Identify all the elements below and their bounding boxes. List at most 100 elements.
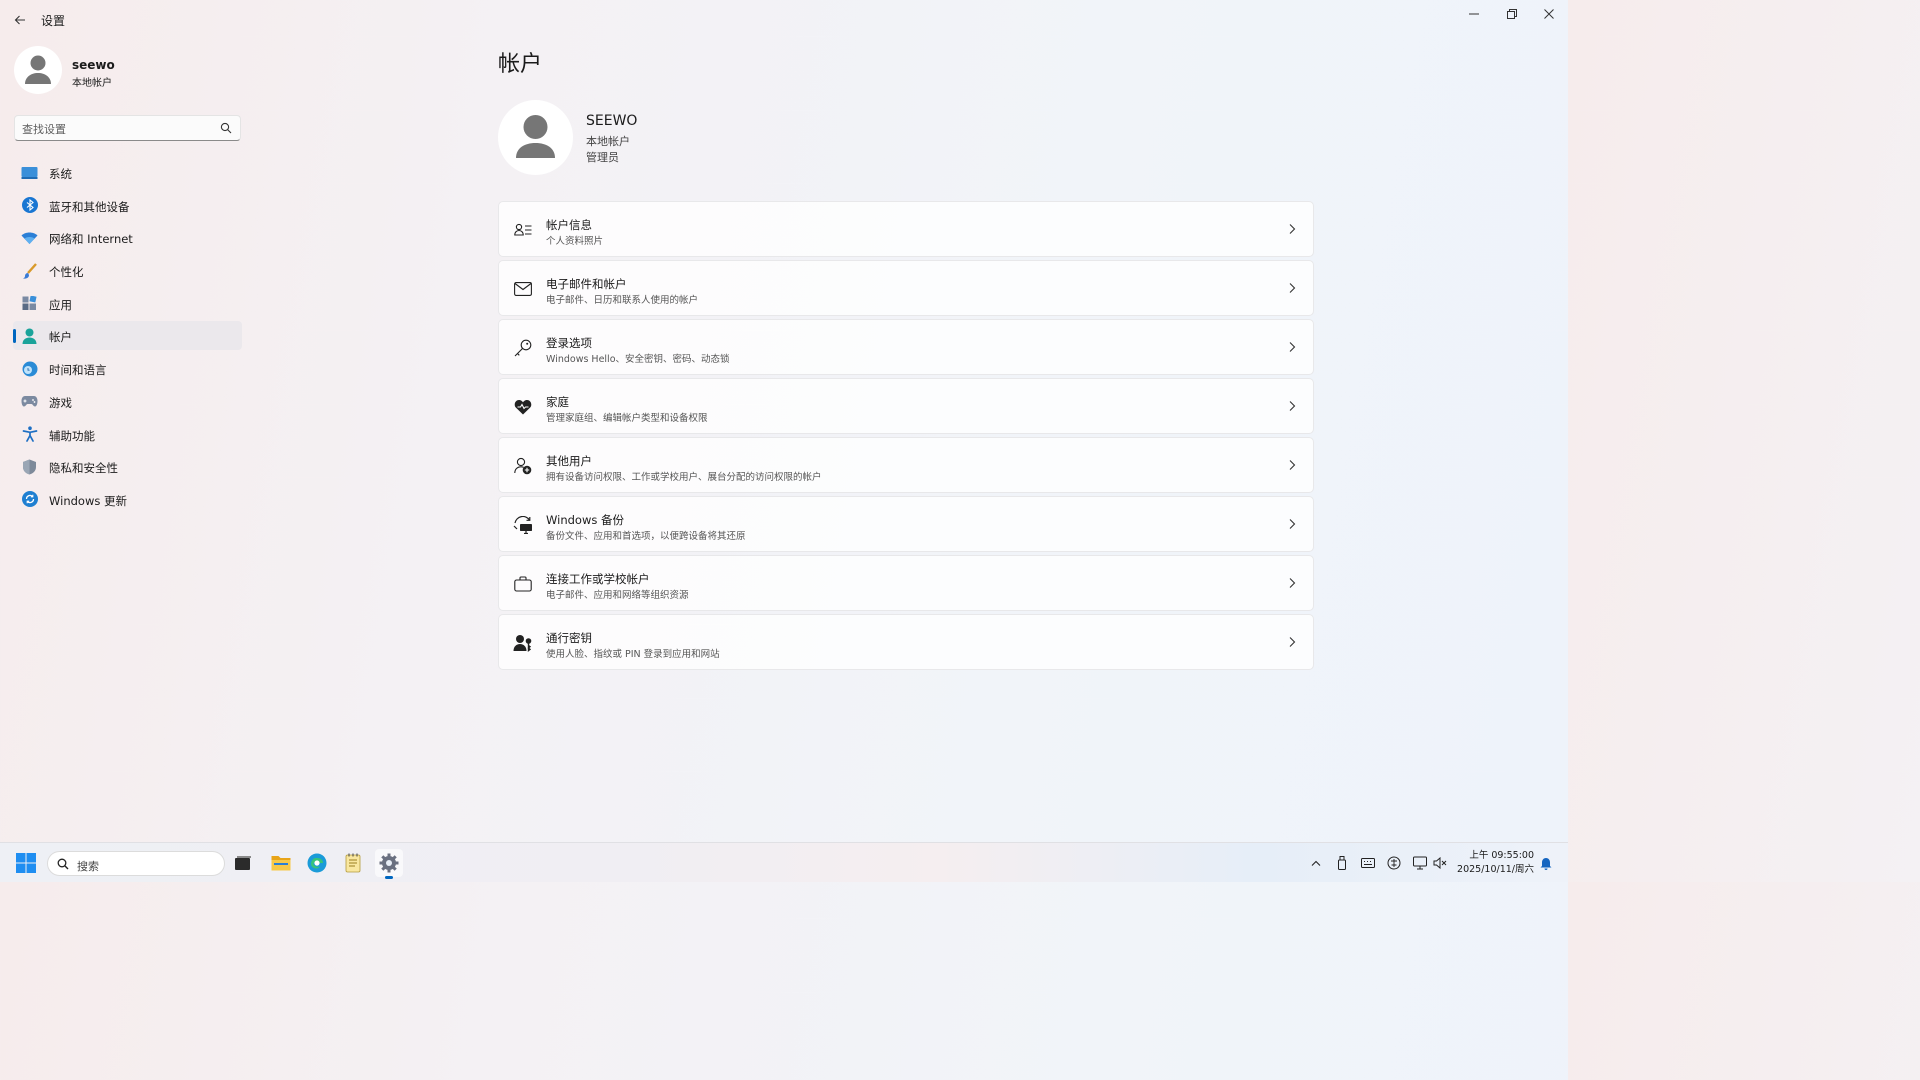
card-title: Windows 备份 xyxy=(546,513,624,527)
back-arrow-icon xyxy=(14,15,25,25)
nav-item-time-language[interactable]: 时间和语言 xyxy=(13,354,242,383)
apps-icon xyxy=(21,295,38,312)
taskbar-search[interactable]: 搜索 xyxy=(47,851,225,876)
profile-role: 管理员 xyxy=(586,151,619,164)
user-card[interactable]: seewo 本地帐户 xyxy=(14,46,244,96)
card-sign-in-options[interactable]: 登录选项 Windows Hello、安全密钥、密码、动态锁 xyxy=(498,319,1314,375)
edge-icon xyxy=(307,853,327,873)
nav-item-accounts[interactable]: 帐户 xyxy=(13,321,242,351)
chevron-right-icon xyxy=(1289,224,1296,234)
clock-time: 上午 09:55:00 xyxy=(1469,850,1534,861)
nav-item-gaming[interactable]: 游戏 xyxy=(13,387,242,416)
card-subtitle: 管理家庭组、编辑帐户类型和设备权限 xyxy=(546,413,708,424)
card-subtitle: 个人资料照片 xyxy=(546,236,604,247)
key-icon xyxy=(512,337,534,359)
nav-item-apps[interactable]: 应用 xyxy=(13,289,242,318)
page-title: 帐户 xyxy=(498,52,543,77)
nav-item-accessibility[interactable]: 辅助功能 xyxy=(13,420,242,449)
nav-item-label: 游戏 xyxy=(49,395,72,410)
gear-icon xyxy=(379,853,399,873)
settings-search-box[interactable] xyxy=(14,115,241,141)
card-title: 通行密钥 xyxy=(546,631,592,645)
card-title: 连接工作或学校帐户 xyxy=(546,572,650,586)
nav-item-windows-update[interactable]: Windows 更新 xyxy=(13,485,242,514)
settings-app-button[interactable] xyxy=(375,849,403,879)
folder-icon xyxy=(271,856,291,871)
clock-date: 2025/10/11/周六 xyxy=(1457,864,1534,875)
accessibility-icon xyxy=(21,426,38,443)
card-account-info[interactable]: 帐户信息 个人资料照片 xyxy=(498,201,1314,257)
close-button[interactable] xyxy=(1530,0,1568,28)
nav-item-personalization[interactable]: 个性化 xyxy=(13,256,242,285)
nav-item-system[interactable]: 系统 xyxy=(13,158,242,187)
usb-device-icon[interactable] xyxy=(1334,855,1350,871)
app-title: 设置 xyxy=(41,14,66,28)
person-avatar-icon xyxy=(25,55,51,84)
minimize-button[interactable] xyxy=(1455,0,1493,28)
chevron-up-icon[interactable] xyxy=(1308,855,1324,871)
account-info-icon xyxy=(512,219,534,241)
notification-bell-icon[interactable] xyxy=(1538,855,1554,871)
notepad-button[interactable] xyxy=(339,849,367,877)
chevron-right-icon xyxy=(1289,342,1296,352)
card-family[interactable]: 家庭 管理家庭组、编辑帐户类型和设备权限 xyxy=(498,378,1314,434)
card-title: 电子邮件和帐户 xyxy=(546,277,627,291)
nav-item-network[interactable]: 网络和 Internet xyxy=(13,223,242,252)
keyboard-icon[interactable] xyxy=(1360,855,1376,871)
card-title: 登录选项 xyxy=(546,336,592,350)
nav-item-label: 辅助功能 xyxy=(49,428,95,443)
edge-browser-button[interactable] xyxy=(303,849,331,877)
card-other-users[interactable]: 其他用户 拥有设备访问权限、工作或学校用户、展台分配的访问权限的帐户 xyxy=(498,437,1314,493)
card-passkeys[interactable]: 通行密钥 使用人脸、指纹或 PIN 登录到应用和网站 xyxy=(498,614,1314,670)
windows-logo-icon xyxy=(16,853,36,873)
nav-item-privacy[interactable]: 隐私和安全性 xyxy=(13,452,242,481)
backup-icon xyxy=(512,514,534,536)
profile-name: SEEWO xyxy=(586,113,638,129)
file-explorer-button[interactable] xyxy=(267,849,295,877)
card-subtitle: 电子邮件、日历和联系人使用的帐户 xyxy=(546,295,699,306)
family-heart-icon xyxy=(512,396,534,418)
user-account-type: 本地帐户 xyxy=(72,78,112,89)
card-subtitle: 拥有设备访问权限、工作或学校用户、展台分配的访问权限的帐户 xyxy=(546,472,822,483)
mail-icon xyxy=(512,278,534,300)
settings-card-list: 帐户信息 个人资料照片 电子邮件和帐户 电子邮件、日历和联系人使用的帐户 登录选… xyxy=(498,201,1314,673)
card-work-school[interactable]: 连接工作或学校帐户 电子邮件、应用和网络等组织资源 xyxy=(498,555,1314,611)
volume-muted-icon[interactable] xyxy=(1432,855,1448,871)
nav-item-label: 时间和语言 xyxy=(49,363,107,378)
taskbar-search-label: 搜索 xyxy=(77,860,99,873)
profile-avatar[interactable] xyxy=(498,100,573,175)
update-icon xyxy=(21,491,38,508)
network-icon[interactable] xyxy=(1412,855,1428,871)
card-email-accounts[interactable]: 电子邮件和帐户 电子邮件、日历和联系人使用的帐户 xyxy=(498,260,1314,316)
nav-menu: 系统 蓝牙和其他设备 网络和 Internet 个性化 应用 帐户 时间和语言 … xyxy=(13,158,242,518)
restore-icon xyxy=(1507,9,1517,19)
nav-item-label: 隐私和安全性 xyxy=(49,461,118,476)
nav-item-label: 帐户 xyxy=(49,330,72,345)
chevron-right-icon xyxy=(1289,519,1296,529)
wifi-icon xyxy=(21,229,38,246)
taskbar: 搜索 上午 09:55:00 2025/10/11/周六 xyxy=(0,842,1568,882)
account-icon xyxy=(21,327,38,344)
title-bar: 设置 xyxy=(0,0,1568,40)
restore-button[interactable] xyxy=(1493,0,1531,28)
taskbar-clock[interactable]: 上午 09:55:00 2025/10/11/周六 xyxy=(1452,849,1534,877)
passkey-icon xyxy=(512,632,534,654)
input-method-icon[interactable] xyxy=(1386,855,1402,871)
minimize-icon xyxy=(1469,13,1479,15)
task-view-button[interactable] xyxy=(229,849,257,877)
nav-item-bluetooth[interactable]: 蓝牙和其他设备 xyxy=(13,191,242,220)
start-button[interactable] xyxy=(12,849,40,877)
nav-item-label: 个性化 xyxy=(49,265,84,280)
card-windows-backup[interactable]: Windows 备份 备份文件、应用和首选项，以便跨设备将其还原 xyxy=(498,496,1314,552)
add-user-icon xyxy=(512,455,534,477)
chevron-right-icon xyxy=(1289,637,1296,647)
chevron-right-icon xyxy=(1289,578,1296,588)
chevron-right-icon xyxy=(1289,460,1296,470)
bluetooth-icon xyxy=(21,197,38,214)
search-icon xyxy=(57,858,69,870)
profile-account-type: 本地帐户 xyxy=(586,135,630,148)
back-button[interactable] xyxy=(8,8,32,32)
settings-search-input[interactable] xyxy=(22,120,212,138)
close-icon xyxy=(1544,9,1554,19)
search-icon[interactable] xyxy=(220,122,232,134)
